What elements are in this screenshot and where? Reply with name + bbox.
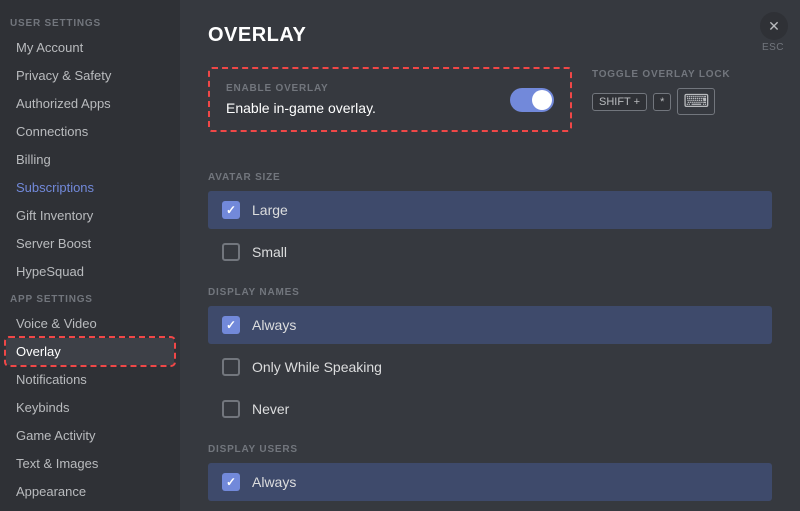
- display-users-speaking-option[interactable]: Only While Speaking: [208, 505, 772, 511]
- display-users-header: Display Users: [208, 444, 772, 455]
- sidebar: User Settings My Account Privacy & Safet…: [0, 0, 180, 511]
- toggle-lock-label: Toggle Overlay Lock: [592, 69, 772, 80]
- sidebar-item-connections[interactable]: Connections: [6, 118, 174, 145]
- display-users-always-checkbox: ✓: [222, 473, 240, 491]
- sidebar-item-appearance[interactable]: Appearance: [6, 478, 174, 505]
- avatar-small-option[interactable]: Small: [208, 233, 772, 271]
- esc-label: ESC: [762, 42, 784, 53]
- sidebar-item-game-activity[interactable]: Game Activity: [6, 422, 174, 449]
- sidebar-item-keybinds[interactable]: Keybinds: [6, 394, 174, 421]
- avatar-large-label: Large: [252, 202, 288, 218]
- user-settings-section-label: User Settings: [0, 10, 180, 33]
- sidebar-item-notifications[interactable]: Notifications: [6, 366, 174, 393]
- sidebar-item-gift-inventory[interactable]: Gift Inventory: [6, 202, 174, 229]
- avatar-size-header: Avatar Size: [208, 172, 772, 183]
- enable-overlay-toggle[interactable]: [510, 88, 554, 112]
- keyboard-icon: ⌨: [677, 88, 715, 115]
- display-names-always-label: Always: [252, 317, 296, 333]
- avatar-small-label: Small: [252, 244, 287, 260]
- display-names-speaking-option[interactable]: Only While Speaking: [208, 348, 772, 386]
- close-button[interactable]: ✕: [760, 12, 788, 40]
- sidebar-item-subscriptions[interactable]: Subscriptions: [6, 174, 174, 201]
- checkmark-icon-2: ✓: [226, 318, 236, 332]
- display-names-never-option[interactable]: Never: [208, 390, 772, 428]
- avatar-large-option[interactable]: ✓ Large: [208, 191, 772, 229]
- enable-overlay-box: Enable Overlay Enable in-game overlay.: [208, 67, 572, 132]
- enable-overlay-label: Enable Overlay: [226, 83, 376, 94]
- display-names-never-checkbox: [222, 400, 240, 418]
- avatar-small-checkbox: [222, 243, 240, 261]
- display-names-speaking-checkbox: [222, 358, 240, 376]
- checkmark-icon: ✓: [226, 203, 236, 217]
- display-names-speaking-label: Only While Speaking: [252, 359, 382, 375]
- sidebar-item-authorized-apps[interactable]: Authorized Apps: [6, 90, 174, 117]
- sidebar-item-billing[interactable]: Billing: [6, 146, 174, 173]
- display-names-never-label: Never: [252, 401, 289, 417]
- page-title: Overlay: [208, 24, 772, 47]
- avatar-large-checkbox: ✓: [222, 201, 240, 219]
- toggle-lock-section: Toggle Overlay Lock SHIFT + * ⌨: [592, 67, 772, 115]
- star-key-badge: *: [653, 93, 671, 111]
- display-users-always-label: Always: [252, 474, 296, 490]
- display-users-always-option[interactable]: ✓ Always: [208, 463, 772, 501]
- sidebar-item-overlay[interactable]: Overlay: [6, 338, 174, 365]
- display-names-header: Display Names: [208, 287, 772, 298]
- toggle-lock-key: SHIFT + * ⌨: [592, 88, 772, 115]
- sidebar-item-text-images[interactable]: Text & Images: [6, 450, 174, 477]
- enable-overlay-desc: Enable in-game overlay.: [226, 100, 376, 116]
- enable-overlay-left: Enable Overlay Enable in-game overlay.: [226, 83, 376, 116]
- checkmark-icon-3: ✓: [226, 475, 236, 489]
- sidebar-item-my-account[interactable]: My Account: [6, 34, 174, 61]
- shift-key-badge: SHIFT +: [592, 93, 647, 111]
- display-names-always-checkbox: ✓: [222, 316, 240, 334]
- sidebar-item-server-boost[interactable]: Server Boost: [6, 230, 174, 257]
- main-content: ✕ ESC Overlay Enable Overlay Enable in-g…: [180, 0, 800, 511]
- display-names-always-option[interactable]: ✓ Always: [208, 306, 772, 344]
- app-settings-section-label: App Settings: [0, 286, 180, 309]
- sidebar-item-privacy-safety[interactable]: Privacy & Safety: [6, 62, 174, 89]
- sidebar-item-voice-video[interactable]: Voice & Video: [6, 310, 174, 337]
- sidebar-item-hypesquad[interactable]: HypeSquad: [6, 258, 174, 285]
